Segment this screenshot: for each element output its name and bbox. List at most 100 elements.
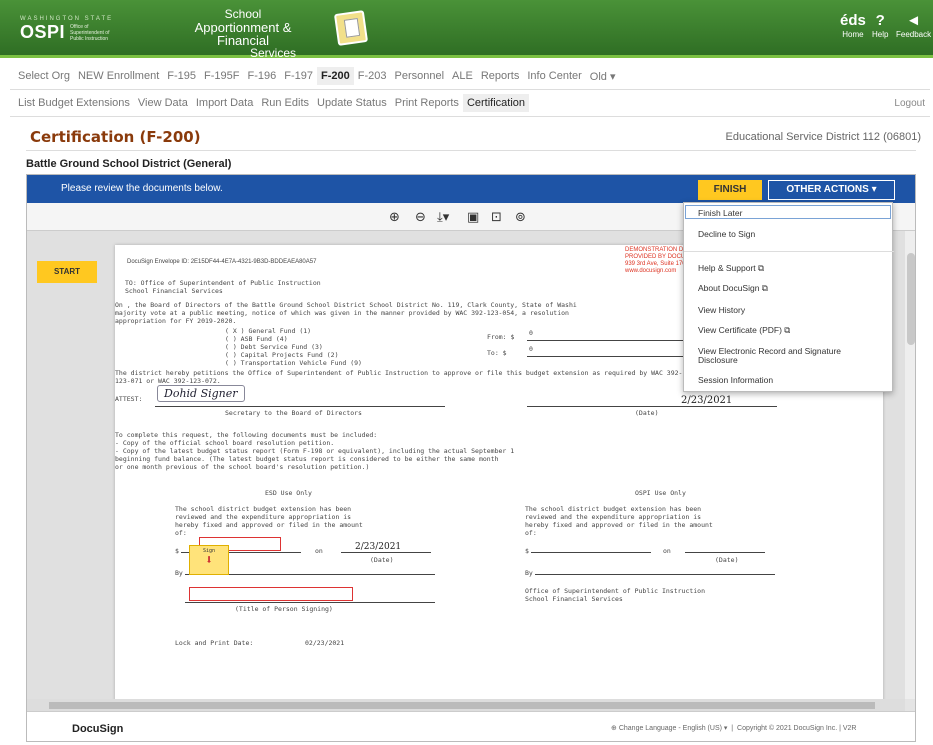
submenu-update-status[interactable]: Update Status [313,94,391,112]
esd-text-1: The school district budget extension has… [175,505,352,513]
app-title: School Apportionment & Financial Service… [168,8,318,60]
menu-item-f195f[interactable]: F-195F [200,67,243,85]
menu-item-new-enrollment[interactable]: NEW Enrollment [74,67,163,85]
print-icon[interactable]: ▣ [467,209,479,225]
signature-caption: Secretary to the Board of Directors [225,409,362,417]
home-nav[interactable]: éds Home [840,12,866,39]
menu-item-f195[interactable]: F-195 [163,67,200,85]
requirement-2: - Copy of the latest budget status repor… [115,447,515,455]
ospi-text-1: The school district budget extension has… [525,505,702,513]
other-actions-menu: Finish Later Decline to Sign Help & Supp… [683,202,894,392]
copyright-text: Copyright © 2021 DocuSign Inc. | V2R [737,725,857,732]
zoom-out-icon[interactable]: ⊖ [415,209,426,225]
home-label: Home [842,30,864,39]
date-caption: (Date) [635,409,659,417]
download-icon[interactable]: ⤓▾ [437,209,449,225]
attest-label: ATTEST: [115,395,143,403]
esd-use-only: ESD Use Only [265,489,312,497]
primary-menu: Select Org NEW Enrollment F-195 F-195F F… [14,65,924,87]
esd-date-caption: (Date) [370,556,394,564]
menu-item-finish-later[interactable]: Finish Later [698,208,742,218]
menu-item-f197[interactable]: F-197 [280,67,317,85]
review-instructions: Please review the documents below. [61,183,223,194]
body-line-3: appropriation for FY 2019-2020. [115,317,237,325]
menu-item-electronic-record-cont[interactable]: Disclosure [698,355,738,365]
menu-item-decline-to-sign[interactable]: Decline to Sign [698,229,755,239]
start-tab[interactable]: START [37,261,97,283]
requirement-2-cont-2: or one month previous of the school boar… [115,463,370,471]
sign-here-tab[interactable]: Sign ⬇ [189,545,229,575]
finish-button[interactable]: FINISH [698,180,762,200]
menu-item-about-docusign[interactable]: About DocuSign ⧉ [698,283,768,294]
menu-item-view-history[interactable]: View History [698,305,745,315]
menu-item-info-center[interactable]: Info Center [523,67,585,85]
ospi-date-caption: (Date) [715,556,739,564]
ospi-by-label: By [525,569,533,577]
menu-item-f203[interactable]: F-203 [354,67,391,85]
ospi-text-4: of: [525,529,537,537]
ospi-office-2: School Financial Services [525,595,623,603]
app-header: WASHINGTON STATE OSPI Office of Superint… [0,0,933,60]
to-label: To: $ [487,349,507,357]
lock-print-date: 02/23/2021 [305,639,345,647]
menu-item-view-certificate[interactable]: View Certificate (PDF) ⧉ [698,325,790,336]
requirement-2-cont: beginning fund balance. (The latest budg… [115,455,499,463]
demo-watermark-3: 939 3rd Ave, Suite 170 [625,261,686,267]
submenu-run-edits[interactable]: Run Edits [257,94,313,112]
page-title: Certification (F-200) [30,128,201,146]
ospi-logo[interactable]: OSPI [20,22,65,43]
zoom-in-icon[interactable]: ⊕ [389,209,400,225]
logout-link[interactable]: Logout [894,98,925,109]
title-caption: (Title of Person Signing) [235,605,333,613]
menu-item-personnel[interactable]: Personnel [390,67,448,85]
title-line [185,602,435,603]
fund-general: ( X ) General Fund (1) [225,327,312,335]
to-value: 0 [529,345,533,353]
vertical-scroll-thumb[interactable] [907,253,915,345]
ospi-date-line [685,552,765,553]
submenu-import-data[interactable]: Import Data [192,94,257,112]
esd-text-3: hereby fixed and approved or filed in th… [175,521,363,529]
help-icon: ? [875,12,885,29]
submenu-certification[interactable]: Certification [462,94,530,112]
title-of-signer-field[interactable] [189,587,353,601]
comment-icon[interactable]: ⊡ [491,209,502,225]
docusign-logo: DocuSign [72,723,124,735]
esd-text-2: reviewed and the expenditure appropriati… [175,513,352,521]
from-value: 0 [529,329,533,337]
secondary-menu: List Budget Extensions View Data Import … [14,92,924,114]
submenu-list-budget-extensions[interactable]: List Budget Extensions [14,94,134,112]
menu-item-reports[interactable]: Reports [477,67,524,85]
esd-date-line [341,552,431,553]
menu-item-old[interactable]: Old ▾ [586,67,620,86]
docusign-footer: DocuSign ⊕ Change Language - English (US… [27,711,915,741]
submenu-print-reports[interactable]: Print Reports [391,94,463,112]
requirements-heading: To complete this request, the following … [115,431,378,439]
ospi-amount-line [531,552,651,553]
menu-item-help-support[interactable]: Help & Support ⧉ [698,263,764,274]
addressee-line-2: School Financial Services [125,287,223,295]
footer-info: ⊕ Change Language - English (US) ▾ | Cop… [611,725,857,732]
requirement-1: - Copy of the official school board reso… [115,439,335,447]
docusign-banner: Please review the documents below. FINIS… [27,175,915,203]
body-line-2: majority vote at a public meeting, notic… [115,309,569,317]
ospi-text-2: reviewed and the expenditure appropriati… [525,513,702,521]
menu-item-select-org[interactable]: Select Org [14,67,74,85]
globe-icon: ⊕ [611,725,617,732]
menu-item-f200[interactable]: F-200 [316,67,354,85]
menu-item-ale[interactable]: ALE [448,67,477,85]
submenu-view-data[interactable]: View Data [134,94,192,112]
menu-item-f196[interactable]: F-196 [243,67,280,85]
menu-item-session-information[interactable]: Session Information [698,375,773,385]
help-circle-icon[interactable]: ⊚ [515,209,526,225]
horizontal-scroll-thumb[interactable] [49,702,875,709]
fund-debt-service: ( ) Debt Service Fund (3) [225,343,323,351]
demo-watermark-1: DEMONSTRATION DO [625,247,688,253]
addressee-line-1: TO: Office of Superintendent of Public I… [125,279,321,287]
change-language-link[interactable]: Change Language - English (US) ▾ [619,725,728,732]
demo-watermark-4: www.docusign.com [625,268,677,274]
other-actions-button[interactable]: OTHER ACTIONS ▾ [768,180,895,200]
help-nav[interactable]: ? Help [872,12,888,39]
body-line-1: On , the Board of Directors of the Battl… [115,301,577,309]
feedback-nav[interactable]: ◄ Feedback [896,12,931,39]
